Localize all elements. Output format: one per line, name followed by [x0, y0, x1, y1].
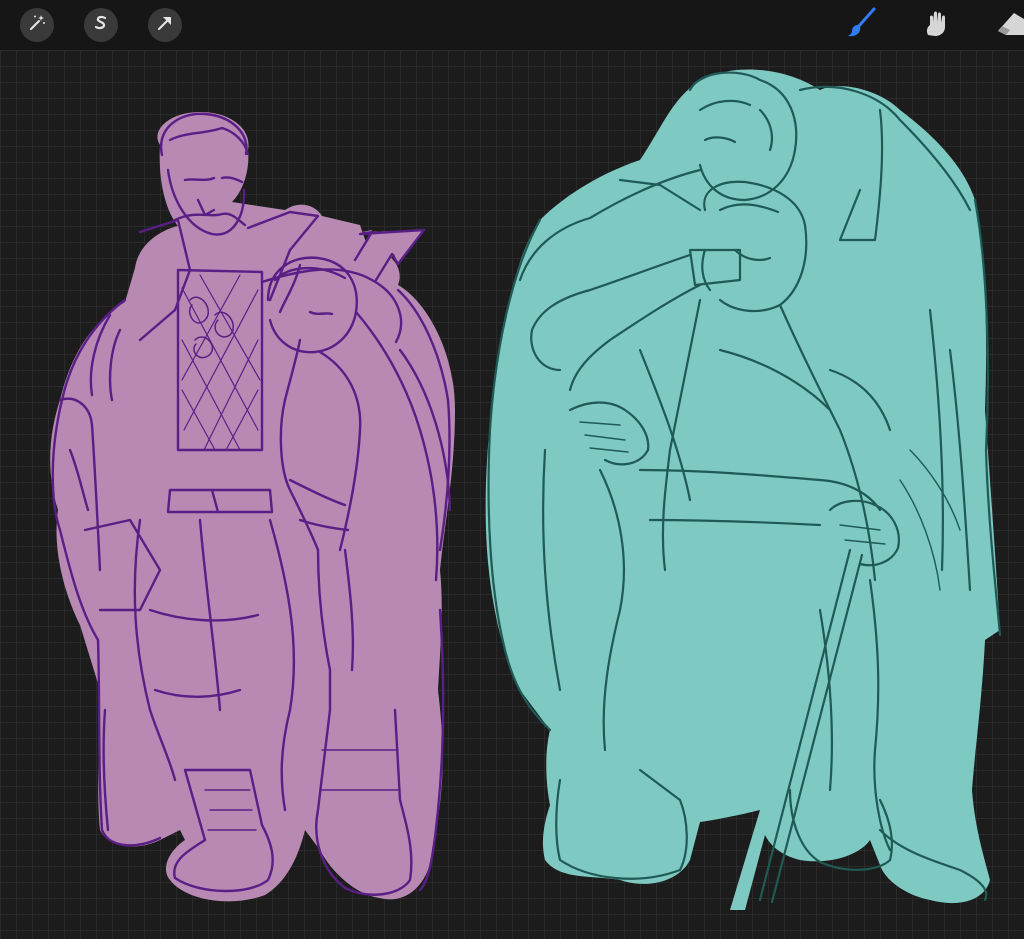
top-toolbar: [0, 0, 1024, 50]
drawing-canvas[interactable]: [0, 50, 1024, 939]
magic-wand-icon: [27, 13, 47, 38]
eraser-tool-button[interactable]: [988, 3, 1024, 47]
arrow-cursor-icon: [155, 13, 175, 38]
smudge-icon: [918, 5, 954, 46]
brush-icon: [844, 5, 880, 46]
purple-figures-sketch: [50, 112, 455, 902]
selection-button[interactable]: [84, 8, 118, 42]
procreate-app: [0, 0, 1024, 939]
selection-s-icon: [91, 13, 111, 38]
transform-button[interactable]: [148, 8, 182, 42]
eraser-icon: [994, 5, 1024, 46]
adjustments-button[interactable]: [20, 8, 54, 42]
brush-tool-button[interactable]: [840, 3, 884, 47]
teal-figures-sketch: [485, 69, 1002, 910]
canvas-artwork: [50, 69, 1002, 910]
left-tool-group: [0, 8, 182, 42]
smudge-tool-button[interactable]: [914, 3, 958, 47]
right-tool-group: [840, 3, 1024, 47]
